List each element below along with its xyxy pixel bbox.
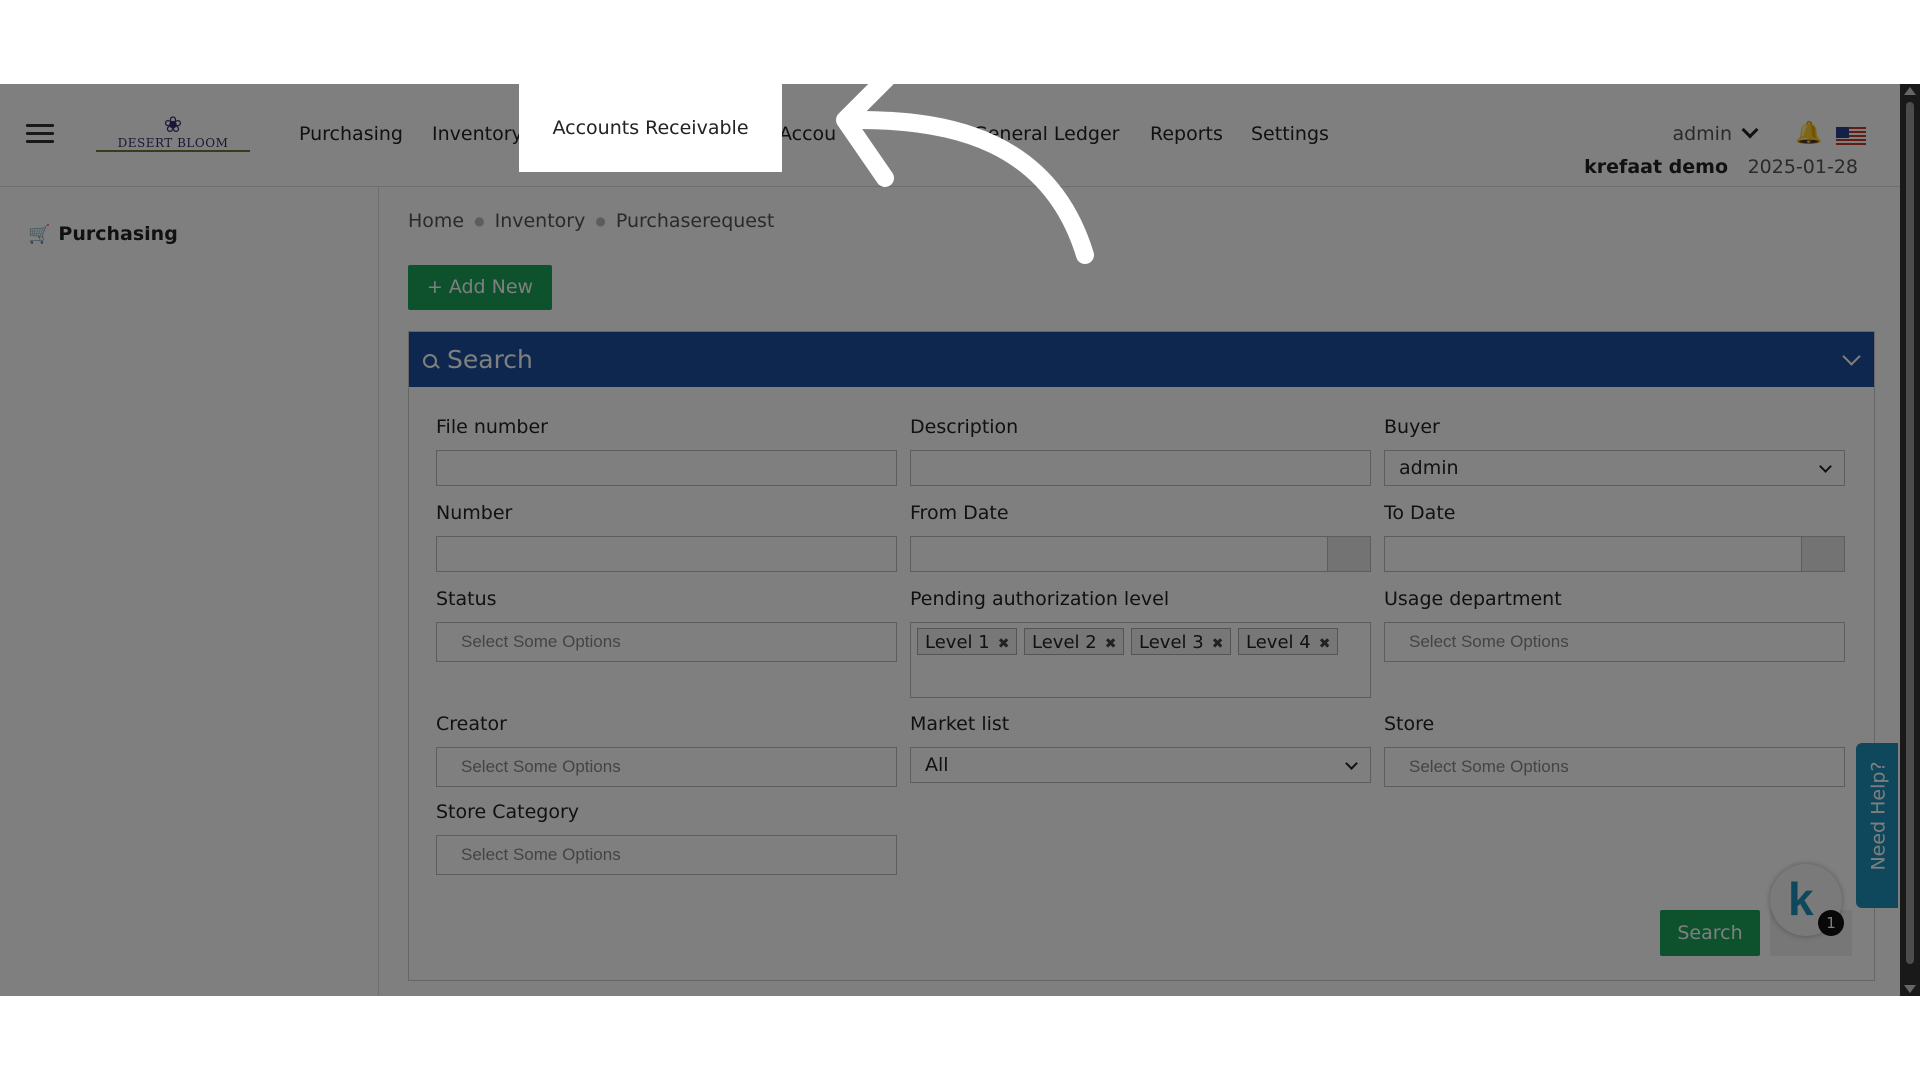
nav-accounts-receivable[interactable]: Accounts Receivable [519, 108, 782, 148]
tag-label: Level 4 [1246, 632, 1311, 653]
tag-label: Level 3 [1139, 632, 1204, 653]
chat-widget-button[interactable]: k 1 [1770, 864, 1844, 936]
k-logo-icon: k [1788, 873, 1814, 925]
hamburger-menu-icon[interactable] [26, 124, 54, 144]
chevron-down-icon[interactable] [1842, 347, 1861, 366]
breadcrumb-inventory[interactable]: Inventory [495, 210, 586, 232]
top-navbar: ❀ DESERT BLOOM Purchasing Inventory Acco… [0, 84, 1900, 187]
app-window: ❀ DESERT BLOOM Purchasing Inventory Acco… [0, 84, 1920, 996]
store-multiselect[interactable]: Select Some Options [1384, 747, 1845, 787]
tag-level-3[interactable]: Level 3 ✖ [1131, 628, 1232, 655]
to-date-input[interactable] [1384, 536, 1845, 572]
remove-tag-icon[interactable]: ✖ [1212, 636, 1224, 652]
chevron-down-icon [1741, 121, 1759, 139]
file-number-input[interactable] [436, 450, 897, 486]
creator-multiselect[interactable]: Select Some Options [436, 747, 897, 787]
remove-tag-icon[interactable]: ✖ [998, 636, 1010, 652]
sidebar-item-label: Purchasing [58, 223, 178, 245]
from-date-input[interactable] [910, 536, 1371, 572]
file-number-label: File number [436, 416, 548, 438]
need-help-label: Need Help? [1867, 761, 1890, 871]
buyer-label: Buyer [1384, 416, 1440, 438]
breadcrumb-home[interactable]: Home [408, 210, 464, 232]
breadcrumb-separator: ● [474, 214, 485, 228]
search-panel-header[interactable]: Search [409, 332, 1874, 387]
status-label: Status [436, 588, 497, 610]
nav-settings[interactable]: Settings [1251, 114, 1329, 154]
remove-tag-icon[interactable]: ✖ [1105, 636, 1117, 652]
status-multiselect[interactable]: Select Some Options [436, 622, 897, 662]
usage-department-multiselect[interactable]: Select Some Options [1384, 622, 1845, 662]
number-input[interactable] [436, 536, 897, 572]
nav-general-ledger[interactable]: General Ledger [973, 114, 1119, 154]
notification-count-badge: 1 [1818, 910, 1844, 936]
bell-icon[interactable]: 🔔 [1795, 114, 1822, 154]
tag-level-2[interactable]: Level 2 ✖ [1024, 628, 1125, 655]
usage-department-label: Usage department [1384, 588, 1562, 610]
number-label: Number [436, 502, 513, 524]
sidebar-item-purchasing[interactable]: 🛒 Purchasing [28, 223, 178, 245]
breadcrumb-current: Purchaserequest [615, 210, 775, 232]
scroll-up-icon[interactable] [1904, 87, 1916, 95]
search-icon [423, 354, 437, 368]
current-date: 2025-01-28 [1747, 156, 1858, 178]
logo-text: DESERT BLOOM [96, 136, 250, 152]
tag-label: Level 1 [925, 632, 990, 653]
nav-purchasing[interactable]: Purchasing [299, 114, 403, 154]
calendar-icon[interactable] [1327, 537, 1370, 571]
pending-authorization-multiselect[interactable]: Level 1 ✖ Level 2 ✖ Level 3 ✖ Level 4 ✖ [910, 622, 1371, 698]
market-list-select[interactable]: All [910, 747, 1371, 783]
flower-icon: ❀ [163, 113, 183, 138]
tag-level-1[interactable]: Level 1 ✖ [917, 628, 1018, 655]
remove-tag-icon[interactable]: ✖ [1319, 636, 1331, 652]
breadcrumb: Home ● Inventory ● Purchaserequest [408, 210, 774, 232]
market-list-label: Market list [910, 713, 1010, 735]
scrollbar-thumb[interactable] [1906, 102, 1914, 964]
breadcrumb-separator: ● [595, 214, 606, 228]
calendar-icon[interactable] [1801, 537, 1844, 571]
description-label: Description [910, 416, 1019, 438]
scroll-down-icon[interactable] [1904, 985, 1916, 993]
nav-reports[interactable]: Reports [1150, 114, 1223, 154]
us-flag-icon[interactable] [1836, 127, 1866, 147]
nav-accounts-payable[interactable]: Accou [779, 114, 836, 154]
store-category-label: Store Category [436, 801, 580, 823]
pending-authorization-label: Pending authorization level [910, 588, 1170, 610]
cart-icon: 🛒 [28, 224, 51, 245]
sidebar: 🛒 Purchasing [0, 187, 379, 996]
user-menu[interactable]: admin [1672, 114, 1759, 154]
tag-label: Level 2 [1032, 632, 1097, 653]
add-new-button[interactable]: + Add New [408, 265, 552, 310]
buyer-select[interactable]: admin [1384, 450, 1845, 486]
to-date-label: To Date [1384, 502, 1456, 524]
from-date-label: From Date [910, 502, 1009, 524]
user-name: admin [1672, 123, 1732, 145]
description-input[interactable] [910, 450, 1371, 486]
nav-inventory[interactable]: Inventory [432, 114, 523, 154]
creator-label: Creator [436, 713, 507, 735]
store-label: Store [1384, 713, 1435, 735]
highlighted-nav-accounts-receivable[interactable]: Accounts Receivable [519, 84, 782, 172]
search-panel-title: Search [447, 345, 533, 374]
tag-level-4[interactable]: Level 4 ✖ [1238, 628, 1339, 655]
scrollbar[interactable] [1900, 84, 1920, 996]
search-button[interactable]: Search [1660, 910, 1760, 956]
logo[interactable]: ❀ DESERT BLOOM [96, 113, 250, 156]
company-name: krefaat demo [1584, 156, 1728, 178]
need-help-tab[interactable]: Need Help? [1856, 743, 1898, 908]
store-category-multiselect[interactable]: Select Some Options [436, 835, 897, 875]
